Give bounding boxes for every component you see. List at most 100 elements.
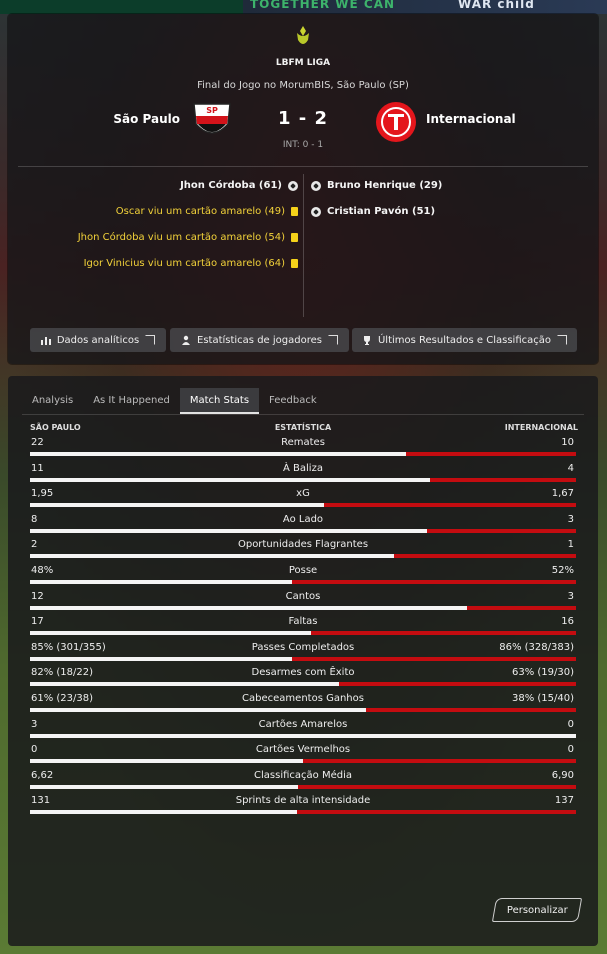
home-event-goal: Jhon Córdoba (61) (180, 180, 298, 191)
stat-name: Passes Completados (251, 641, 355, 653)
stat-bar (30, 452, 576, 456)
stat-bar (30, 579, 576, 584)
stat-row: 61% (23/38) Cabeceamentos Ganhos 38% (15/4… (30, 690, 576, 716)
event-text: Oscar viu um cartão amarelo (49) (115, 206, 285, 217)
external-link-icon (557, 335, 567, 345)
analytics-button[interactable]: Dados analíticos (30, 328, 166, 352)
away-crest-icon[interactable] (372, 100, 420, 144)
stat-bar-home-fill (30, 605, 467, 610)
stat-away-value: 0 (567, 718, 574, 730)
stat-bar-home-fill (30, 810, 297, 815)
stat-away-value: 1,67 (551, 488, 574, 500)
stat-away-value: 10 (561, 437, 574, 448)
stat-bar (30, 605, 576, 610)
stat-row: 1,95 xG 1,67 (30, 485, 576, 511)
banner-text-right: WAR child (458, 0, 535, 11)
stat-bar (30, 503, 576, 508)
customize-button[interactable]: Personalizar (491, 898, 583, 922)
stat-bar-home-fill (30, 631, 312, 636)
tab-bar: Analysis As It Happened Match Stats Feed… (22, 388, 327, 414)
stat-bar-home-fill (30, 579, 293, 584)
stat-bar (30, 707, 576, 712)
stat-row: 8 Ao Lado 3 (30, 511, 576, 537)
trophy-icon (363, 336, 370, 345)
stat-away-value: 0 (567, 744, 574, 756)
stat-bar (30, 733, 576, 738)
stat-row: 17 Faltas 16 (30, 613, 576, 639)
event-text: Igor Vinicius viu um cartão amarelo (64) (83, 258, 285, 269)
stat-row: 131 Sprints de alta intensidade 137 (30, 792, 576, 818)
match-stats-panel: Analysis As It Happened Match Stats Feed… (8, 376, 598, 946)
halftime-score: INT: 0 - 1 (282, 140, 324, 150)
stat-bar-home-fill (30, 759, 303, 764)
stat-away-value: 52% (551, 564, 574, 576)
stat-row: 82% (18/22) Desarmes com Êxito 63% (19/30) (30, 664, 576, 690)
stat-away-value: 3 (567, 590, 574, 602)
stat-bar-home-fill (30, 477, 431, 482)
divider (18, 166, 588, 167)
stat-bar (30, 784, 576, 789)
tab-as-it-happened[interactable]: As It Happened (83, 388, 180, 414)
stat-name: Cabeceamentos Ganhos (242, 692, 364, 704)
league-logo-icon (297, 26, 309, 44)
stat-bar-home-fill (30, 503, 325, 508)
away-event-goal: Bruno Henrique (29) (311, 180, 442, 191)
stat-name: Cartões Amarelos (258, 718, 348, 730)
player-stats-button[interactable]: Estatísticas de jogadores (170, 328, 349, 352)
stat-bar (30, 477, 576, 482)
yellow-card-icon (291, 259, 298, 268)
event-text: Jhon Córdoba (61) (180, 180, 282, 191)
tab-analysis[interactable]: Analysis (22, 388, 83, 414)
stat-bar (30, 759, 576, 764)
ball-icon (288, 180, 298, 191)
stat-bar (30, 656, 576, 661)
ball-icon (311, 180, 321, 191)
stat-name: Cantos (285, 590, 321, 602)
event-text: Jhon Córdoba viu um cartão amarelo (54) (77, 232, 285, 243)
venue-text: Final do Jogo no MorumBIS, São Paulo (SP… (197, 80, 409, 91)
stat-row: 3 Cartões Amarelos 0 (30, 716, 576, 742)
stat-row: 0 Cartões Vermelhos 0 (30, 741, 576, 767)
yellow-card-icon (291, 207, 298, 216)
results-button[interactable]: Últimos Resultados e Classificação (352, 328, 577, 352)
event-text: Bruno Henrique (29) (327, 180, 443, 191)
stat-row: 48% Posse 52% (30, 562, 576, 588)
customize-label: Personalizar (506, 904, 568, 916)
stat-bar-home-fill (30, 452, 406, 456)
tab-match-stats[interactable]: Match Stats (179, 388, 260, 414)
away-column-header: INTERNACIONAL (504, 423, 578, 432)
stat-name: Sprints de alta intensidade (235, 795, 371, 807)
events-divider (303, 174, 304, 317)
stat-away-value: 16 (561, 616, 574, 628)
stat-away-value: 137 (554, 795, 574, 807)
stat-name: Ao Lado (282, 513, 324, 525)
person-icon (182, 335, 190, 345)
league-name: LBFM LIGA (275, 58, 331, 68)
home-event-card: Jhon Córdoba viu um cartão amarelo (54) (78, 232, 298, 243)
stat-name: Oportunidades Flagrantes (237, 539, 369, 551)
stat-row: 22 Remates 10 (30, 434, 576, 460)
stat-away-value: 1 (567, 539, 574, 551)
stat-row: 12 Cantos 3 (30, 588, 576, 614)
stat-away-value: 4 (567, 462, 574, 474)
away-team-name[interactable]: Internacional (426, 112, 516, 126)
stat-name: À Baliza (283, 462, 323, 474)
stat-bar-home-fill (30, 682, 340, 687)
stat-name: Desarmes com Êxito (251, 667, 355, 679)
stat-bar-home-fill (30, 554, 395, 559)
stat-away-value: 3 (567, 513, 574, 525)
stat-bar (30, 528, 576, 533)
tab-divider (22, 414, 584, 415)
stat-bar (30, 554, 576, 559)
stat-name: Posse (288, 564, 318, 576)
stat-bar-home-fill (30, 656, 292, 661)
tab-feedback[interactable]: Feedback (259, 388, 327, 414)
stat-bar-home-fill (30, 528, 427, 533)
external-link-icon (327, 335, 338, 345)
bar-chart-icon (40, 337, 51, 345)
player-stats-label: Estatísticas de jogadores (197, 334, 322, 346)
stat-name: Faltas (288, 616, 318, 628)
results-label: Últimos Resultados e Classificação (377, 334, 551, 346)
banner-text-left: TOGETHER WE CAN (250, 0, 396, 11)
stat-row: 11 À Baliza 4 (30, 460, 576, 486)
